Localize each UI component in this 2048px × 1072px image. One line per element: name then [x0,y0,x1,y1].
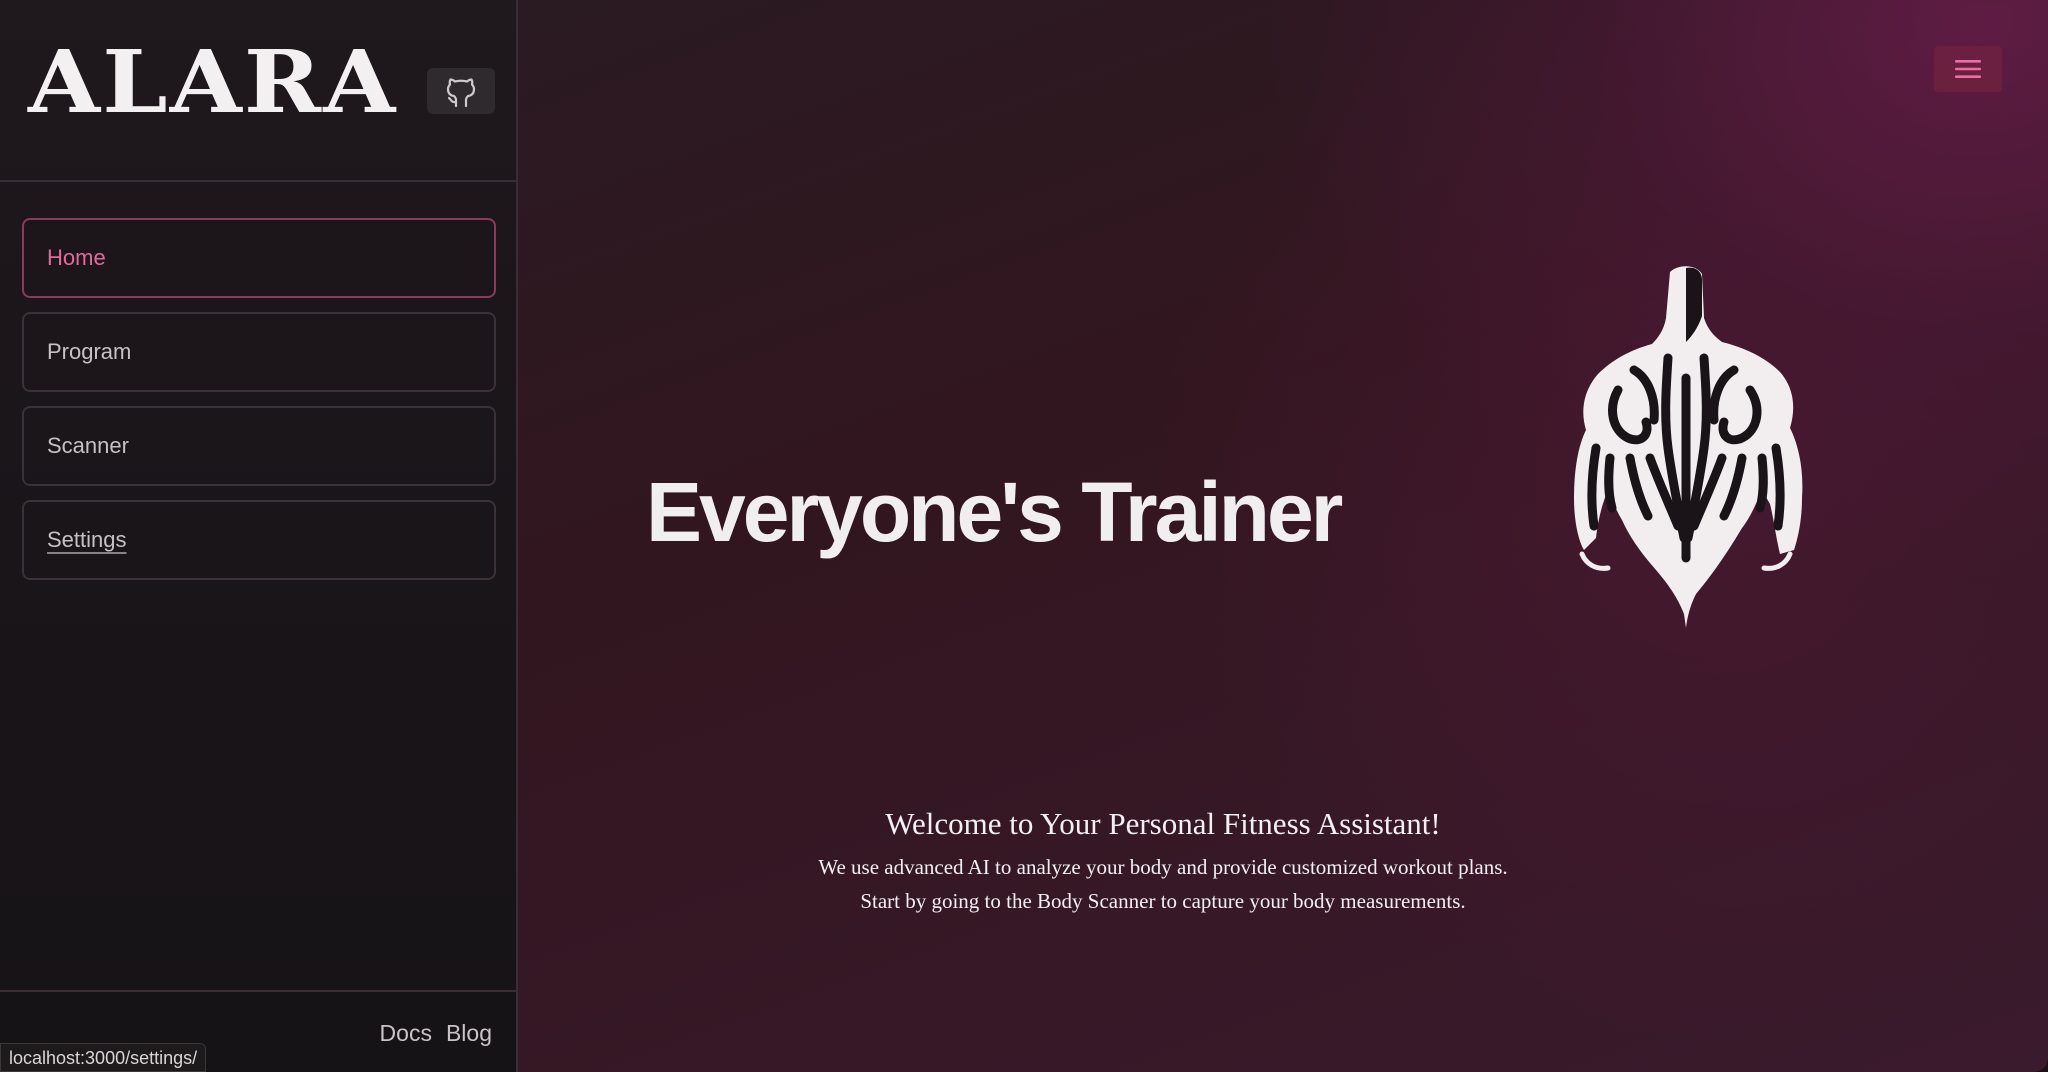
status-bar-url: localhost:3000/settings/ [0,1043,207,1072]
hero-title: Everyone's Trainer [646,465,1343,560]
nav-item-label: Program [47,339,132,364]
nav-item-settings[interactable]: Settings [22,500,496,580]
app-logo[interactable]: ALARA [28,40,397,126]
docs-link[interactable]: Docs [380,1020,432,1047]
nav-item-scanner[interactable]: Scanner [22,406,496,486]
nav-item-label: Home [47,245,106,270]
sidebar-header: ALARA [0,0,516,182]
sidebar: ALARA Home Program Scanner Settings Docs… [0,0,518,1072]
nav-item-program[interactable]: Program [22,312,496,392]
footer-links: Docs Blog [380,1020,492,1047]
welcome-title: Welcome to Your Personal Fitness Assista… [885,806,1441,841]
app-window: ALARA Home Program Scanner Settings Docs… [0,0,2048,1072]
blog-link[interactable]: Blog [446,1020,492,1047]
nav-item-label: Scanner [47,433,129,458]
sidebar-nav: Home Program Scanner Settings [22,218,496,594]
welcome-section: Welcome to Your Personal Fitness Assista… [793,806,1533,918]
welcome-instruction: Start by going to the Body Scanner to ca… [860,889,1466,913]
github-icon [446,78,476,108]
nav-item-home[interactable]: Home [22,218,496,298]
hamburger-menu-icon [1955,60,1981,78]
main-content: Everyone's Trainer Welcome to Your Perso… [518,0,2048,1072]
github-button[interactable] [427,68,495,114]
menu-button[interactable] [1934,46,2002,92]
muscular-figure-icon [1574,266,1803,628]
nav-item-label: Settings [47,527,127,552]
welcome-description: We use advanced AI to analyze your body … [818,855,1508,879]
